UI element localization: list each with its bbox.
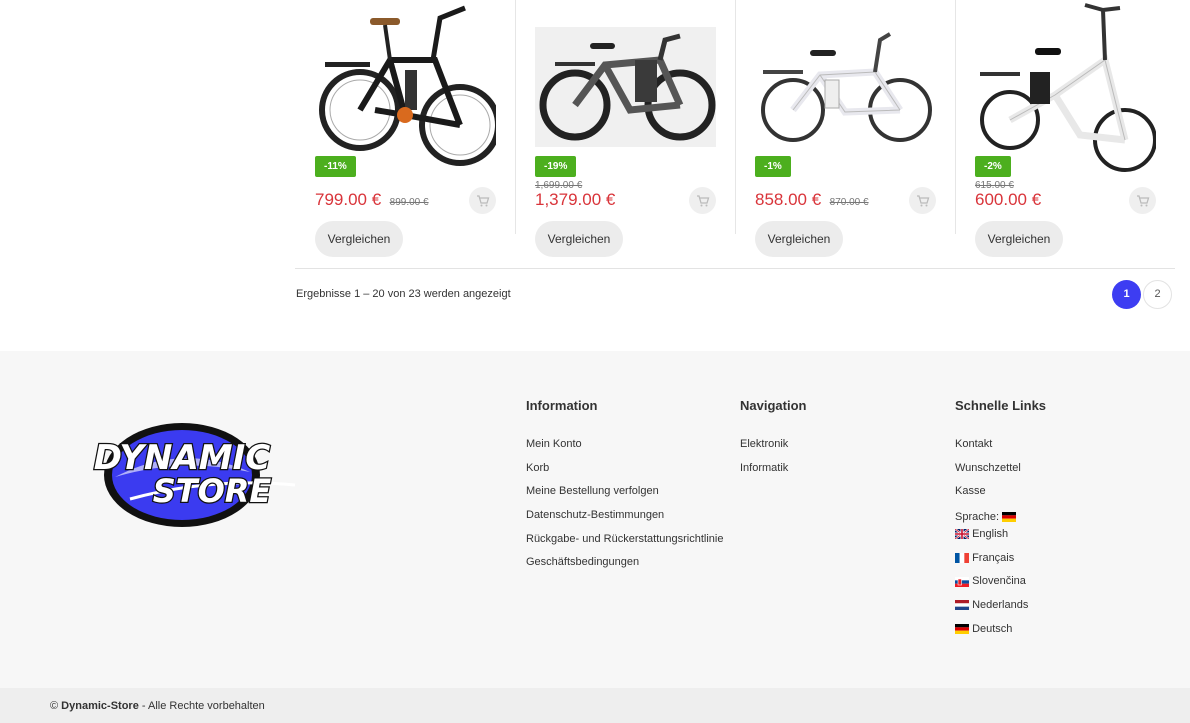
quick-links-heading: Schnelle Links <box>955 398 1047 413</box>
regular-price: 870.00 € <box>829 197 869 208</box>
compare-button[interactable]: Vergleichen <box>535 221 623 257</box>
compare-button[interactable]: Vergleichen <box>975 221 1063 257</box>
product-card[interactable]: -1% 858.00 € 870.00 € Vergleichen <box>735 0 955 268</box>
discount-badge: -11% <box>315 156 356 177</box>
german-flag-icon <box>1002 511 1017 522</box>
cart-icon <box>916 194 929 206</box>
add-to-cart-button[interactable] <box>689 187 716 214</box>
card-divider <box>515 0 516 234</box>
link-korb[interactable]: Korb <box>526 460 724 484</box>
link-wunschzettel[interactable]: Wunschzettel <box>955 460 1046 484</box>
page-2-button[interactable]: 2 <box>1143 280 1172 309</box>
copyright-brand[interactable]: Dynamic-Store <box>61 700 139 712</box>
add-to-cart-button[interactable] <box>1129 187 1156 214</box>
slovak-flag-icon <box>955 576 969 587</box>
product-card[interactable]: -19% 1,699.00 € 1,379.00 € Vergleichen <box>515 0 735 268</box>
product-image[interactable] <box>755 0 936 178</box>
product-image[interactable] <box>315 0 496 178</box>
french-flag-icon <box>955 552 969 563</box>
link-informatik[interactable]: Informatik <box>740 460 806 484</box>
language-dutch[interactable]: Nederlands <box>955 597 1046 621</box>
product-card[interactable]: -11% 799.00 € 899.00 € Vergleichen <box>295 0 515 268</box>
price-row: 858.00 € 870.00 € <box>755 190 869 212</box>
dynamic-store-logo[interactable]: DYNAMIC STORE <box>70 417 305 532</box>
compare-button[interactable]: Vergleichen <box>315 221 403 257</box>
cart-icon <box>696 194 709 206</box>
discount-badge: -2% <box>975 156 1011 177</box>
language-german[interactable]: Deutsch <box>955 621 1046 645</box>
price-row: 600.00 € <box>975 190 1041 212</box>
language-english[interactable]: English <box>955 526 1046 550</box>
price-row: 1,379.00 € <box>535 190 615 212</box>
link-bestellung-verfolgen[interactable]: Meine Bestellung verfolgen <box>526 483 724 507</box>
card-divider <box>955 0 956 234</box>
sale-price: 858.00 € <box>755 190 822 209</box>
product-image[interactable] <box>535 0 716 178</box>
discount-badge: -19% <box>535 156 577 177</box>
sale-price: 600.00 € <box>975 190 1042 209</box>
language-french[interactable]: Français <box>955 550 1046 574</box>
german-flag-icon <box>955 623 969 634</box>
cart-icon <box>1136 194 1149 206</box>
link-rueckgabe[interactable]: Rückgabe- und Rückerstattungsrichtlinie <box>526 531 724 555</box>
copyright-text: © Dynamic-Store - Alle Rechte vorbehalte… <box>50 700 265 712</box>
add-to-cart-button[interactable] <box>909 187 936 214</box>
footer-information: Information Mein Konto Korb Meine Bestel… <box>526 398 724 578</box>
compare-button[interactable]: Vergleichen <box>755 221 843 257</box>
product-card[interactable]: -2% 615.00 € 600.00 € Vergleichen <box>955 0 1175 268</box>
results-count: Ergebnisse 1 – 20 von 23 werden angezeig… <box>296 288 511 300</box>
link-kontakt[interactable]: Kontakt <box>955 436 1046 460</box>
link-datenschutz[interactable]: Datenschutz-Bestimmungen <box>526 507 724 531</box>
regular-price: 899.00 € <box>389 197 429 208</box>
cart-icon <box>476 194 489 206</box>
sale-price: 799.00 € <box>315 190 382 209</box>
results-divider <box>295 268 1175 269</box>
dutch-flag-icon <box>955 600 969 611</box>
navigation-heading: Navigation <box>740 398 807 413</box>
uk-flag-icon <box>955 529 969 540</box>
discount-badge: -1% <box>755 156 791 177</box>
language-label: Sprache: <box>955 507 1046 526</box>
link-mein-konto[interactable]: Mein Konto <box>526 436 724 460</box>
product-image[interactable] <box>975 0 1156 178</box>
link-agb[interactable]: Geschäftsbedingungen <box>526 554 724 578</box>
link-elektronik[interactable]: Elektronik <box>740 436 806 460</box>
sale-price: 1,379.00 € <box>535 190 616 209</box>
page-1-button[interactable]: 1 <box>1112 280 1141 309</box>
footer-navigation: Navigation Elektronik Informatik <box>740 398 806 483</box>
language-slovak[interactable]: Slovenčina <box>955 573 1046 597</box>
svg-text:STORE: STORE <box>153 472 272 510</box>
link-kasse[interactable]: Kasse <box>955 483 1046 507</box>
add-to-cart-button[interactable] <box>469 187 496 214</box>
price-row: 799.00 € 899.00 € <box>315 190 429 212</box>
product-grid: -11% 799.00 € 899.00 € Vergleichen -19% … <box>295 0 1175 268</box>
footer-quick-links: Schnelle Links Kontakt Wunschzettel Kass… <box>955 398 1046 645</box>
information-heading: Information <box>526 398 598 413</box>
card-divider <box>735 0 736 234</box>
